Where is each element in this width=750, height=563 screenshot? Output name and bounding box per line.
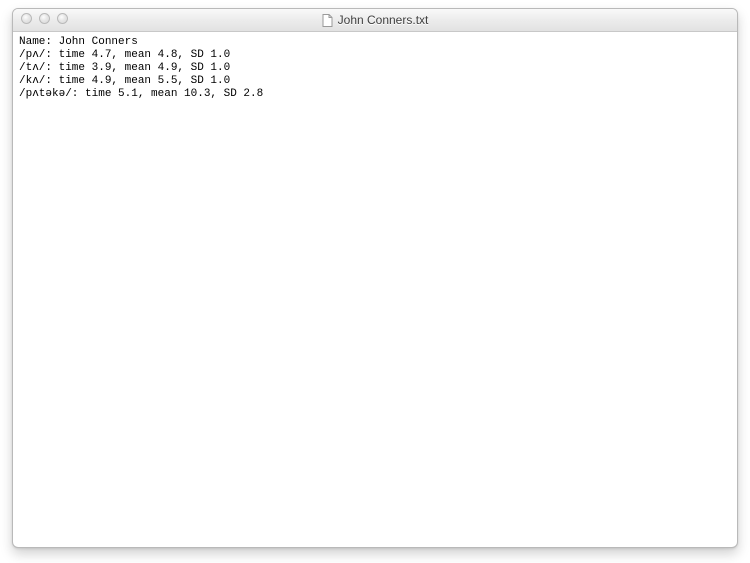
text-line: Name: John Conners	[19, 36, 138, 48]
close-icon[interactable]	[21, 13, 32, 24]
text-editor-window: John Conners.txt Name: John Conners /pʌ/…	[12, 8, 738, 548]
window-title: John Conners.txt	[338, 13, 429, 27]
text-line: /kʌ/: time 4.9, mean 5.5, SD 1.0	[19, 75, 230, 87]
zoom-icon[interactable]	[57, 13, 68, 24]
canvas: John Conners.txt Name: John Conners /pʌ/…	[0, 0, 750, 563]
minimize-icon[interactable]	[39, 13, 50, 24]
text-line: /pʌ/: time 4.7, mean 4.8, SD 1.0	[19, 49, 230, 61]
text-content[interactable]: Name: John Conners /pʌ/: time 4.7, mean …	[13, 32, 737, 105]
titlebar[interactable]: John Conners.txt	[13, 9, 737, 32]
traffic-lights	[21, 13, 68, 24]
window-title-wrap: John Conners.txt	[322, 13, 429, 27]
text-line: /tʌ/: time 3.9, mean 4.9, SD 1.0	[19, 62, 230, 74]
text-line: /pʌtəkə/: time 5.1, mean 10.3, SD 2.8	[19, 88, 263, 100]
document-icon	[322, 14, 333, 27]
